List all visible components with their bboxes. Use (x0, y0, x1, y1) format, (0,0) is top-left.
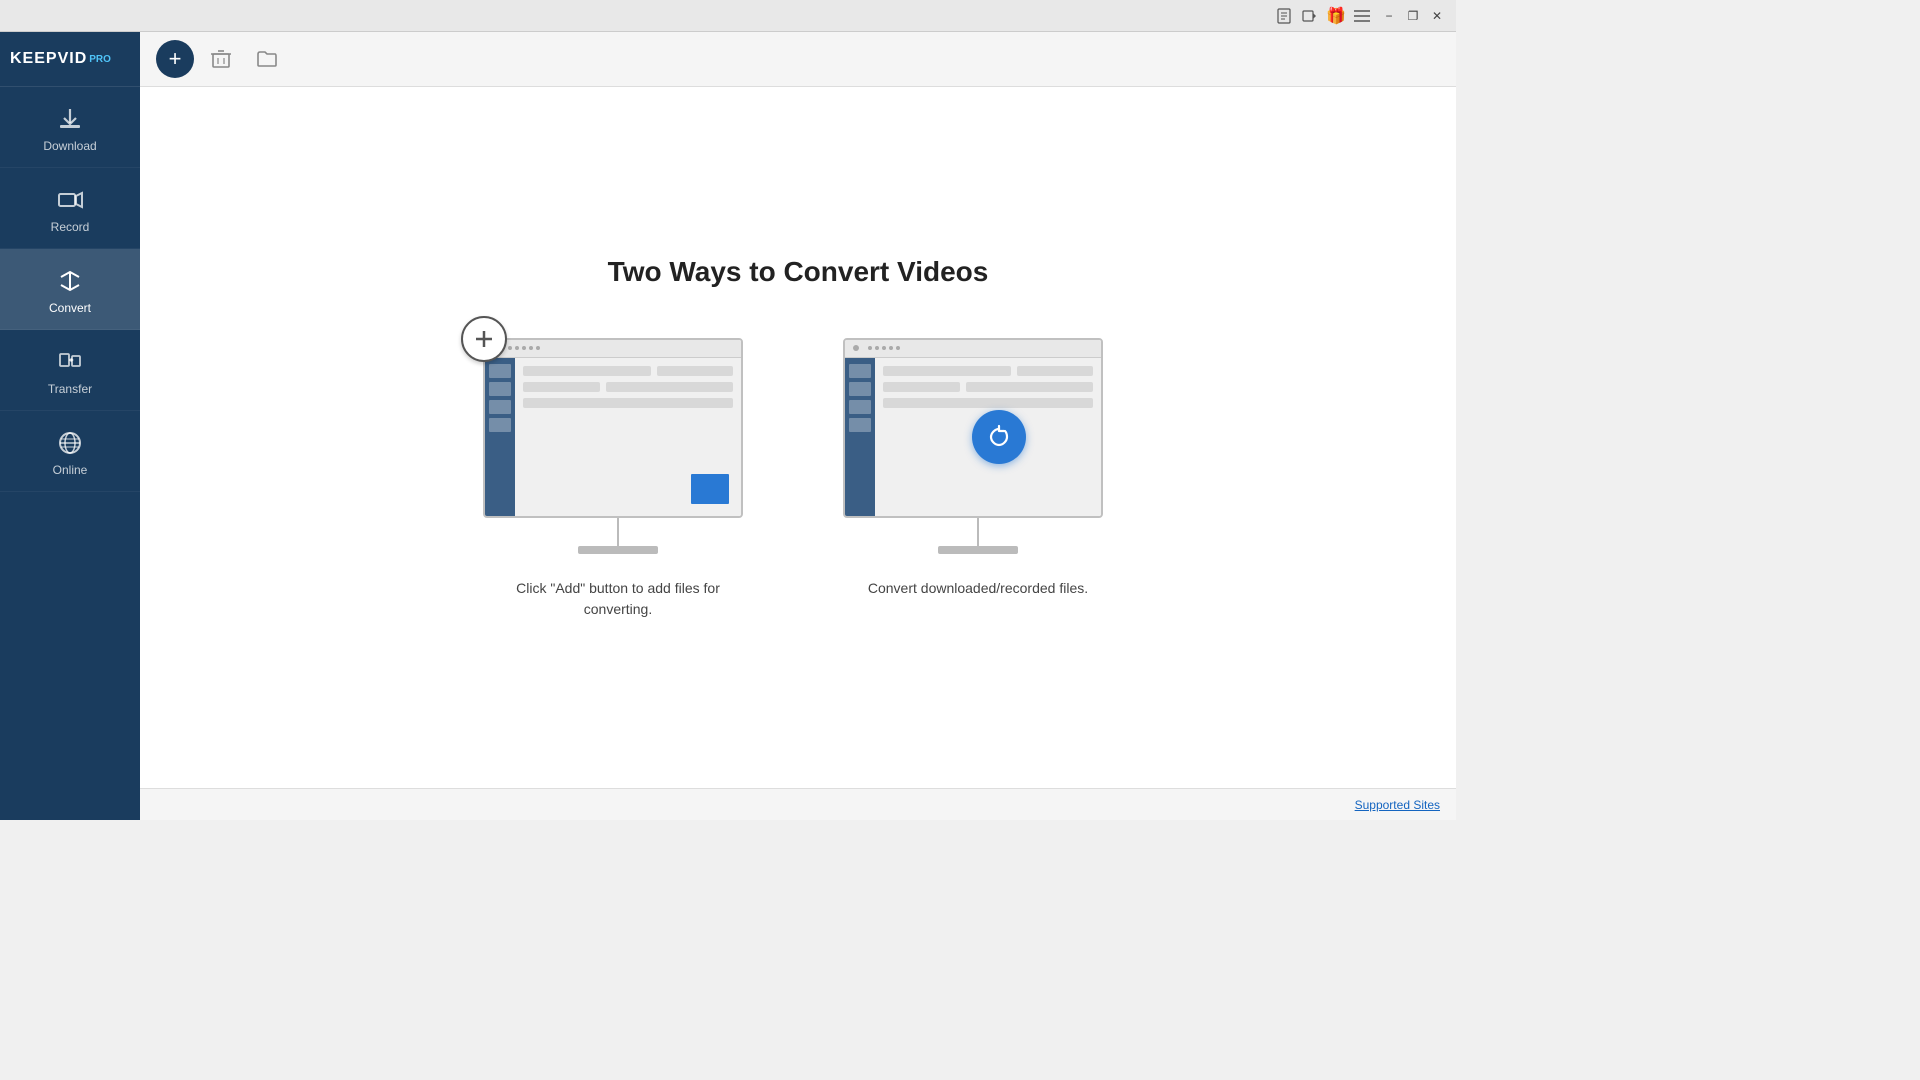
sidebar-logo: KEEPVID PRO (0, 32, 140, 87)
card-convert-files: Convert downloaded/recorded files. (838, 338, 1118, 599)
main-content: + Two Ways to Convert Videos (140, 32, 1456, 820)
sidebar-item-record-label: Record (51, 220, 90, 234)
sidebar-item-transfer-label: Transfer (48, 382, 92, 396)
sidebar-item-download-label: Download (43, 139, 96, 153)
app-container: KEEPVID PRO Download Record (0, 32, 1456, 820)
sidebar-item-online[interactable]: Online (0, 411, 140, 492)
content-area: Two Ways to Convert Videos (140, 87, 1456, 788)
card-add-files: Click "Add" button to add files for conv… (478, 338, 758, 620)
logo-text: KEEPVID (10, 50, 87, 68)
card-1-description: Click "Add" button to add files for conv… (498, 578, 738, 620)
restore-button[interactable]: ❐ (1402, 5, 1424, 27)
toolbar: + (140, 32, 1456, 87)
bottom-bar: Supported Sites (140, 788, 1456, 820)
delete-button[interactable] (202, 40, 240, 78)
window-controls: − ❐ ✕ (1378, 5, 1448, 27)
sidebar-item-convert-label: Convert (49, 301, 91, 315)
video-icon[interactable] (1300, 6, 1320, 26)
title-bar-icons: 🎁 (1274, 6, 1372, 26)
cards-container: Click "Add" button to add files for conv… (478, 338, 1118, 620)
card-2-description: Convert downloaded/recorded files. (868, 578, 1088, 599)
sidebar-item-convert[interactable]: Convert (0, 249, 140, 330)
gift-icon[interactable]: 🎁 (1326, 6, 1346, 26)
minimize-button[interactable]: − (1378, 5, 1400, 27)
sidebar-item-record[interactable]: Record (0, 168, 140, 249)
menu-icon[interactable] (1352, 6, 1372, 26)
convert-icon (56, 267, 84, 295)
logo-pro-text: PRO (89, 54, 111, 65)
monitor-screen-2 (843, 338, 1103, 518)
title-bar: 🎁 − ❐ ✕ (0, 0, 1456, 32)
convert-overlay-icon (972, 410, 1026, 464)
blue-file-block (691, 474, 729, 504)
supported-sites-link[interactable]: Supported Sites (1355, 798, 1440, 812)
notepad-icon[interactable] (1274, 6, 1294, 26)
record-icon (56, 186, 84, 214)
sidebar-item-transfer[interactable]: Transfer (0, 330, 140, 411)
add-overlay-icon (461, 316, 507, 362)
download-icon (56, 105, 84, 133)
monitor-1 (483, 338, 753, 558)
transfer-icon (56, 348, 84, 376)
sidebar-item-download[interactable]: Download (0, 87, 140, 168)
monitor-screen-1 (483, 338, 743, 518)
online-icon (56, 429, 84, 457)
page-title: Two Ways to Convert Videos (608, 256, 989, 288)
monitor-2 (843, 338, 1113, 558)
close-button[interactable]: ✕ (1426, 5, 1448, 27)
add-button[interactable]: + (156, 40, 194, 78)
folder-button[interactable] (248, 40, 286, 78)
sidebar-item-online-label: Online (53, 463, 88, 477)
sidebar: KEEPVID PRO Download Record (0, 32, 140, 820)
